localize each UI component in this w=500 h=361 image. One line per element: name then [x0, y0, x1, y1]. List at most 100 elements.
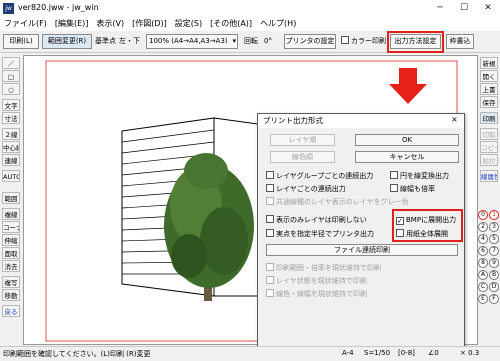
layer-button-7[interactable]: 7	[489, 246, 499, 256]
rotation-value[interactable]: 0°	[264, 34, 272, 49]
output-method-button[interactable]: 出力方法設定	[390, 34, 441, 49]
layer-button-f[interactable]: F	[489, 294, 499, 304]
tool-corner[interactable]: コーナー	[2, 221, 20, 233]
tool-chamfer[interactable]: 面取	[2, 247, 20, 259]
tool-line[interactable]: ／	[2, 57, 20, 69]
frame-write-button[interactable]: 枠書込	[446, 34, 474, 49]
tool-rectangle[interactable]: □	[2, 70, 20, 82]
new-button[interactable]: 新規	[480, 57, 498, 69]
option-layer-group-output[interactable]: レイヤグループごとの連続出力	[266, 171, 373, 181]
tool-parallel[interactable]: 複線	[2, 208, 20, 220]
option-skip-display-only[interactable]: 表示のみレイヤは印刷しない	[266, 215, 367, 225]
layer-button-d[interactable]: D	[489, 282, 499, 292]
status-angle[interactable]: ∠0	[428, 349, 439, 357]
menu-draw[interactable]: [作図(D)]	[128, 17, 171, 31]
option-check[interactable]	[266, 197, 274, 205]
print-button[interactable]: 印刷(L)	[3, 34, 39, 49]
print-tool-button[interactable]: 印刷	[480, 112, 498, 124]
dialog-close-icon[interactable]: ×	[451, 115, 458, 124]
minimize-icon[interactable]: ─	[428, 0, 452, 17]
layer-button-9[interactable]: 9	[489, 258, 499, 268]
copy-button[interactable]: コピー	[480, 141, 498, 153]
tool-connect[interactable]: 連線	[2, 154, 20, 166]
line-color-order-button[interactable]: 線色順	[270, 151, 335, 163]
layer-button-b[interactable]: B	[489, 270, 499, 280]
option-point-radius[interactable]: 実点を指定半径でプリンタ出力	[266, 229, 374, 239]
tool-copy[interactable]: 複写	[2, 276, 20, 288]
option-layer-output[interactable]: レイヤごとの連続出力	[266, 184, 346, 194]
menu-other[interactable]: [その他(A)]	[206, 17, 256, 31]
close-icon[interactable]: ✕	[476, 0, 500, 17]
reference-point-label: 基準点	[95, 37, 116, 45]
menu-settings[interactable]: 設定(S)	[171, 17, 206, 31]
printer-settings-button[interactable]: プリンタの設定	[284, 34, 336, 49]
status-layer[interactable]: [0-8]	[398, 349, 415, 357]
layer-button-4[interactable]: 4	[478, 234, 488, 244]
option-check[interactable]	[266, 276, 274, 284]
paste-button[interactable]: 貼付	[480, 154, 498, 166]
tool-dimension[interactable]: 寸法	[2, 112, 20, 124]
tool-erase[interactable]: 消去	[2, 260, 20, 272]
option-keep-range[interactable]: 印刷範囲・倍率を現状維持で印刷	[266, 263, 381, 273]
line-attribute-button[interactable]: 線属性	[480, 170, 498, 182]
cut-button[interactable]: 切取	[480, 128, 498, 140]
tool-text[interactable]: 文字	[2, 99, 20, 111]
layer-button-1[interactable]: 1	[489, 210, 499, 220]
tool-double-line[interactable]: ２線	[2, 128, 20, 140]
maximize-icon[interactable]: ☐	[452, 0, 476, 17]
color-print-checkbox[interactable]: カラー印刷	[341, 34, 386, 49]
layer-button-2[interactable]: 2	[478, 222, 488, 232]
cancel-button[interactable]: キャンセル	[355, 151, 459, 163]
layer-button-c[interactable]: C	[478, 282, 488, 292]
option-check[interactable]	[396, 217, 404, 225]
layer-button-a[interactable]: A	[478, 270, 488, 280]
option-check[interactable]	[266, 215, 274, 223]
tool-auto[interactable]: AUTO	[2, 170, 20, 182]
tool-undo[interactable]: 戻る	[2, 305, 20, 317]
layer-button-e[interactable]: E	[478, 294, 488, 304]
option-check[interactable]	[390, 171, 398, 179]
tool-center-line[interactable]: 中心線	[2, 141, 20, 153]
option-check[interactable]	[266, 171, 274, 179]
tool-circle[interactable]: ○	[2, 83, 20, 95]
open-button[interactable]: 開く	[480, 70, 498, 82]
chevron-down-icon: ▾	[232, 37, 236, 45]
status-paper[interactable]: A-4	[342, 349, 354, 357]
menu-view[interactable]: 表示(V)	[92, 17, 128, 31]
tool-range[interactable]: 範囲	[2, 192, 20, 204]
layer-button-3[interactable]: 3	[489, 222, 499, 232]
tool-stretch[interactable]: 伸縮	[2, 234, 20, 246]
option-check[interactable]	[266, 289, 274, 297]
option-keep-line-color[interactable]: 線色・線幅を現状維持で印刷	[266, 289, 367, 299]
overwrite-button[interactable]: 上書	[480, 83, 498, 95]
ok-button[interactable]: OK	[355, 134, 459, 146]
option-check[interactable]	[390, 184, 398, 192]
layer-button-8[interactable]: 8	[478, 258, 488, 268]
menu-help[interactable]: ヘルプ(H)	[256, 17, 300, 31]
option-check[interactable]	[266, 263, 274, 271]
menu-file[interactable]: ファイル(F)	[0, 17, 51, 31]
status-scale[interactable]: S=1/50	[364, 349, 390, 357]
option-check[interactable]	[266, 184, 274, 192]
option-keep-layer-state[interactable]: レイヤ状態を現状維持で印刷	[266, 276, 367, 286]
reference-point-value[interactable]: 左・下	[119, 34, 140, 49]
color-print-check[interactable]	[341, 36, 349, 44]
option-gray-layers[interactable]: 共通線種のレイヤ表示のレイヤをグレー色	[266, 197, 409, 207]
save-button[interactable]: 保存	[480, 96, 498, 108]
option-check[interactable]	[396, 229, 404, 237]
menu-edit[interactable]: [編集(E)]	[51, 17, 93, 31]
file-continuous-print-button[interactable]: ファイル連続印刷	[266, 244, 458, 256]
status-zoom[interactable]: × 0.3	[460, 349, 479, 357]
layer-button-0[interactable]: 0	[478, 210, 488, 220]
range-change-button[interactable]: 範囲変更(R)	[42, 34, 92, 49]
layer-order-button[interactable]: レイヤ順	[270, 134, 335, 146]
option-bmp-output[interactable]: BMPに展開出力	[396, 215, 456, 225]
option-line-width-scale[interactable]: 線幅も倍率	[390, 184, 435, 194]
layer-button-6[interactable]: 6	[478, 246, 488, 256]
option-full-paper[interactable]: 用紙全体展開	[396, 229, 448, 239]
scale-select[interactable]: 100% (A4→A4,A3→A3) ▾	[146, 34, 238, 49]
option-check[interactable]	[266, 229, 274, 237]
option-circle-convert[interactable]: 円を線変換出力	[390, 171, 449, 181]
layer-button-5[interactable]: 5	[489, 234, 499, 244]
tool-move[interactable]: 移動	[2, 289, 20, 301]
